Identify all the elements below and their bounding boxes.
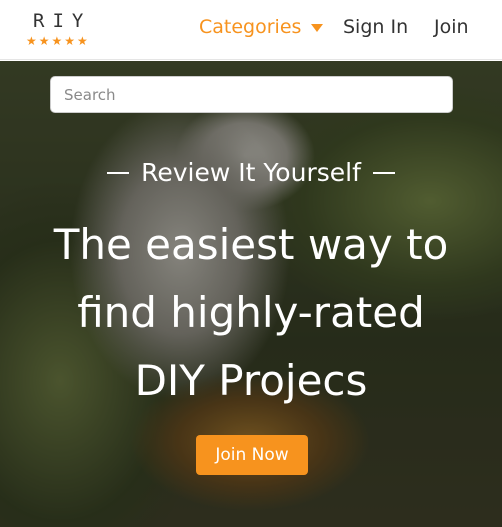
- site-logo[interactable]: RIY ★★★★★: [26, 10, 106, 50]
- dash-right-icon: [372, 171, 395, 174]
- caret-down-icon: [311, 24, 324, 32]
- top-navigation-bar: RIY ★★★★★ Categories Sign In Join: [0, 0, 502, 60]
- headline-line: DIY Projecs: [134, 356, 368, 405]
- star-rating-icon: ★★★★★: [26, 34, 90, 48]
- search-input[interactable]: [50, 76, 453, 113]
- headline-line: find highly-rated: [77, 288, 425, 337]
- join-now-button[interactable]: Join Now: [196, 435, 308, 475]
- join-link[interactable]: Join: [434, 16, 469, 38]
- headline-line: The easiest way to: [53, 220, 449, 269]
- sign-in-link[interactable]: Sign In: [343, 16, 408, 38]
- dash-left-icon: [107, 171, 130, 174]
- tagline-text: Review It Yourself: [141, 158, 361, 187]
- hero-headline: The easiest way to find highly-rated DIY…: [0, 211, 502, 415]
- hero-banner: Review It Yourself The easiest way to fi…: [0, 61, 502, 527]
- categories-dropdown[interactable]: Categories: [199, 16, 324, 38]
- categories-label: Categories: [199, 16, 302, 38]
- logo-text: RIY: [33, 10, 92, 32]
- tagline: Review It Yourself: [0, 158, 502, 187]
